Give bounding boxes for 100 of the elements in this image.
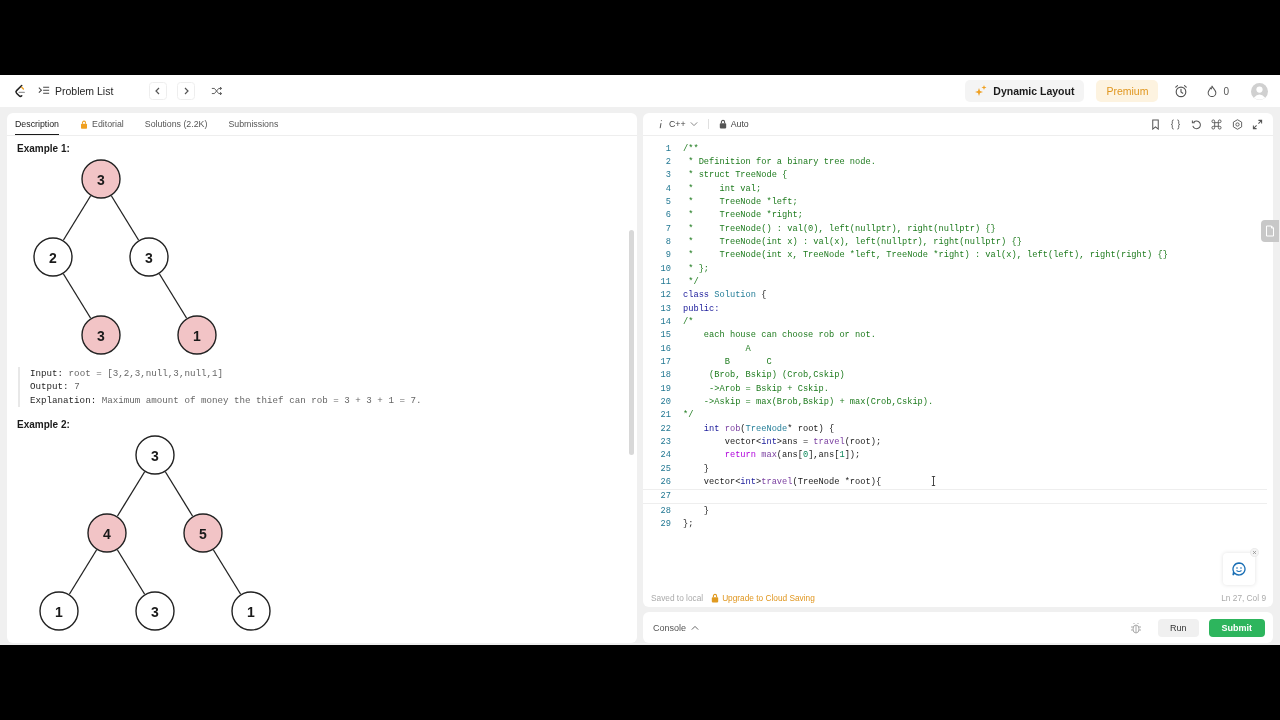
code-line: vector<int>ans = travel(root); [723,436,882,447]
cursor-position: Ln 27, Col 9 [1221,593,1266,603]
tab[interactable]: Submissions [228,119,279,135]
code-line: }; [683,518,694,529]
example-title: Example 2: [17,419,71,431]
code-line: * TreeNode *right; [687,210,803,221]
code-line: vector<int>travel(TreeNode *root){ [702,476,882,487]
command-icon[interactable] [1211,118,1222,130]
line-number: 11 [659,276,672,287]
line-number: 26 [659,476,672,487]
code-line: } [702,463,710,474]
line-number: 5 [664,196,672,207]
line-number: 25 [659,463,672,474]
line-number: 1 [664,143,672,154]
line-number: 2 [664,157,672,167]
logo-icon[interactable] [14,83,26,99]
alarm-clock-icon[interactable] [1174,84,1189,98]
tree-node: 3 [129,237,169,277]
tree-node: 2 [33,237,73,277]
tree-node: 1 [177,315,217,355]
auto-mode-button[interactable]: Auto [718,119,749,129]
line-number: 10 [659,263,672,274]
line-number: 29 [659,518,672,529]
code-line: ->Askip = max(Brob,Bskip) + max(Crob,Cskip). [702,396,934,407]
shuffle-icon[interactable] [211,85,224,97]
line-number: 23 [659,436,672,447]
line-number: 13 [659,303,672,314]
undo-icon[interactable] [1190,118,1202,130]
sparkle-icon [975,85,988,97]
line-number: 20 [659,396,672,407]
code-line: return max(ans[0],ans[1]); [723,450,861,461]
code-line: * struct TreeNode { [687,170,788,181]
example-line: Output: 7 [30,380,81,394]
line-number: 18 [659,370,672,381]
line-number: 14 [659,316,672,327]
smiley-icon [1232,562,1246,576]
code-line: class Solution { [683,290,767,301]
tree-node: 3 [81,159,121,199]
tree-edge [116,471,146,517]
tree-node: 3 [81,315,121,355]
list-icon [38,85,50,97]
code-line: */ [687,276,699,287]
tree-node: 1 [39,591,79,631]
line-number: 17 [659,356,672,367]
line-number: 21 [659,410,672,421]
tree-edge [110,195,140,241]
tree-edge [62,195,92,241]
tree-node: 5 [183,513,223,553]
tree-node: 4 [87,513,127,553]
line-number: 3 [664,170,672,181]
tab[interactable]: Description [15,119,59,135]
line-number: 24 [659,450,672,461]
code-line: * int val; [687,183,762,194]
code-line: int rob(TreeNode* root) { [702,423,835,434]
tree-node: 1 [231,591,271,631]
braces-icon[interactable] [1170,118,1181,130]
code-line: * TreeNode(int x, TreeNode *left, TreeNode *right) : val(x), left(left), right(right) {} [687,250,1168,261]
code-line: B C [723,356,772,367]
code-line: /** [683,143,699,154]
code-line: * }; [687,263,710,274]
feedback-button[interactable] [1223,553,1255,585]
line-number: 22 [659,423,672,434]
code-line: ->Arob = Bskip + Cskip. [708,383,829,394]
problem-list-button[interactable]: Problem List [38,85,114,97]
tab[interactable]: Editorial [80,119,124,135]
bookmark-icon[interactable] [1149,118,1161,130]
example-line: Explanation: Maximum amount of money the thief can rob = 3 + 3 + 1 = 7. [30,393,423,408]
code-line: (Brob, Bskip) (Crob,Cskip) [708,370,845,381]
code-line: A [744,343,751,354]
code-line: * Definition for a binary tree node. [687,157,876,167]
dynamic-layout-button[interactable]: Dynamic Layout [965,80,1085,102]
console-toggle[interactable]: Console [653,622,700,633]
saved-status: Saved to local [651,593,704,603]
code-line: /* [683,316,694,327]
tree-edge [116,549,146,595]
line-number: 4 [664,183,672,194]
line-number: 19 [659,383,672,394]
code-line: * TreeNode(int x) : val(x), left(nullptr), right(nullptr) {} [687,236,1022,247]
code-line: each house can choose rob or not. [702,330,876,341]
expand-icon[interactable] [1252,118,1263,130]
code-line: * TreeNode *left; [687,196,798,207]
code-line: */ [683,410,694,421]
tree-edge [158,273,188,319]
line-number: 6 [664,210,672,221]
file-icon [1264,225,1276,237]
info-icon [657,119,665,129]
run-button[interactable]: Run [1158,618,1199,637]
streak-button[interactable]: 0 [1206,85,1229,97]
line-number: 16 [659,343,672,354]
example-title: Example 1: [17,143,71,154]
tree-node: 3 [135,591,175,631]
scrollbar-thumb[interactable] [629,230,634,455]
tree-edge [164,471,194,517]
language-dropdown[interactable]: C++ [657,119,698,129]
line-number: 8 [664,236,672,247]
line-number: 7 [664,223,672,234]
code-line: } [702,505,710,516]
text-cursor-icon [931,476,936,486]
tab[interactable]: Solutions (2.2K) [144,119,208,135]
settings-icon[interactable] [1231,118,1243,130]
